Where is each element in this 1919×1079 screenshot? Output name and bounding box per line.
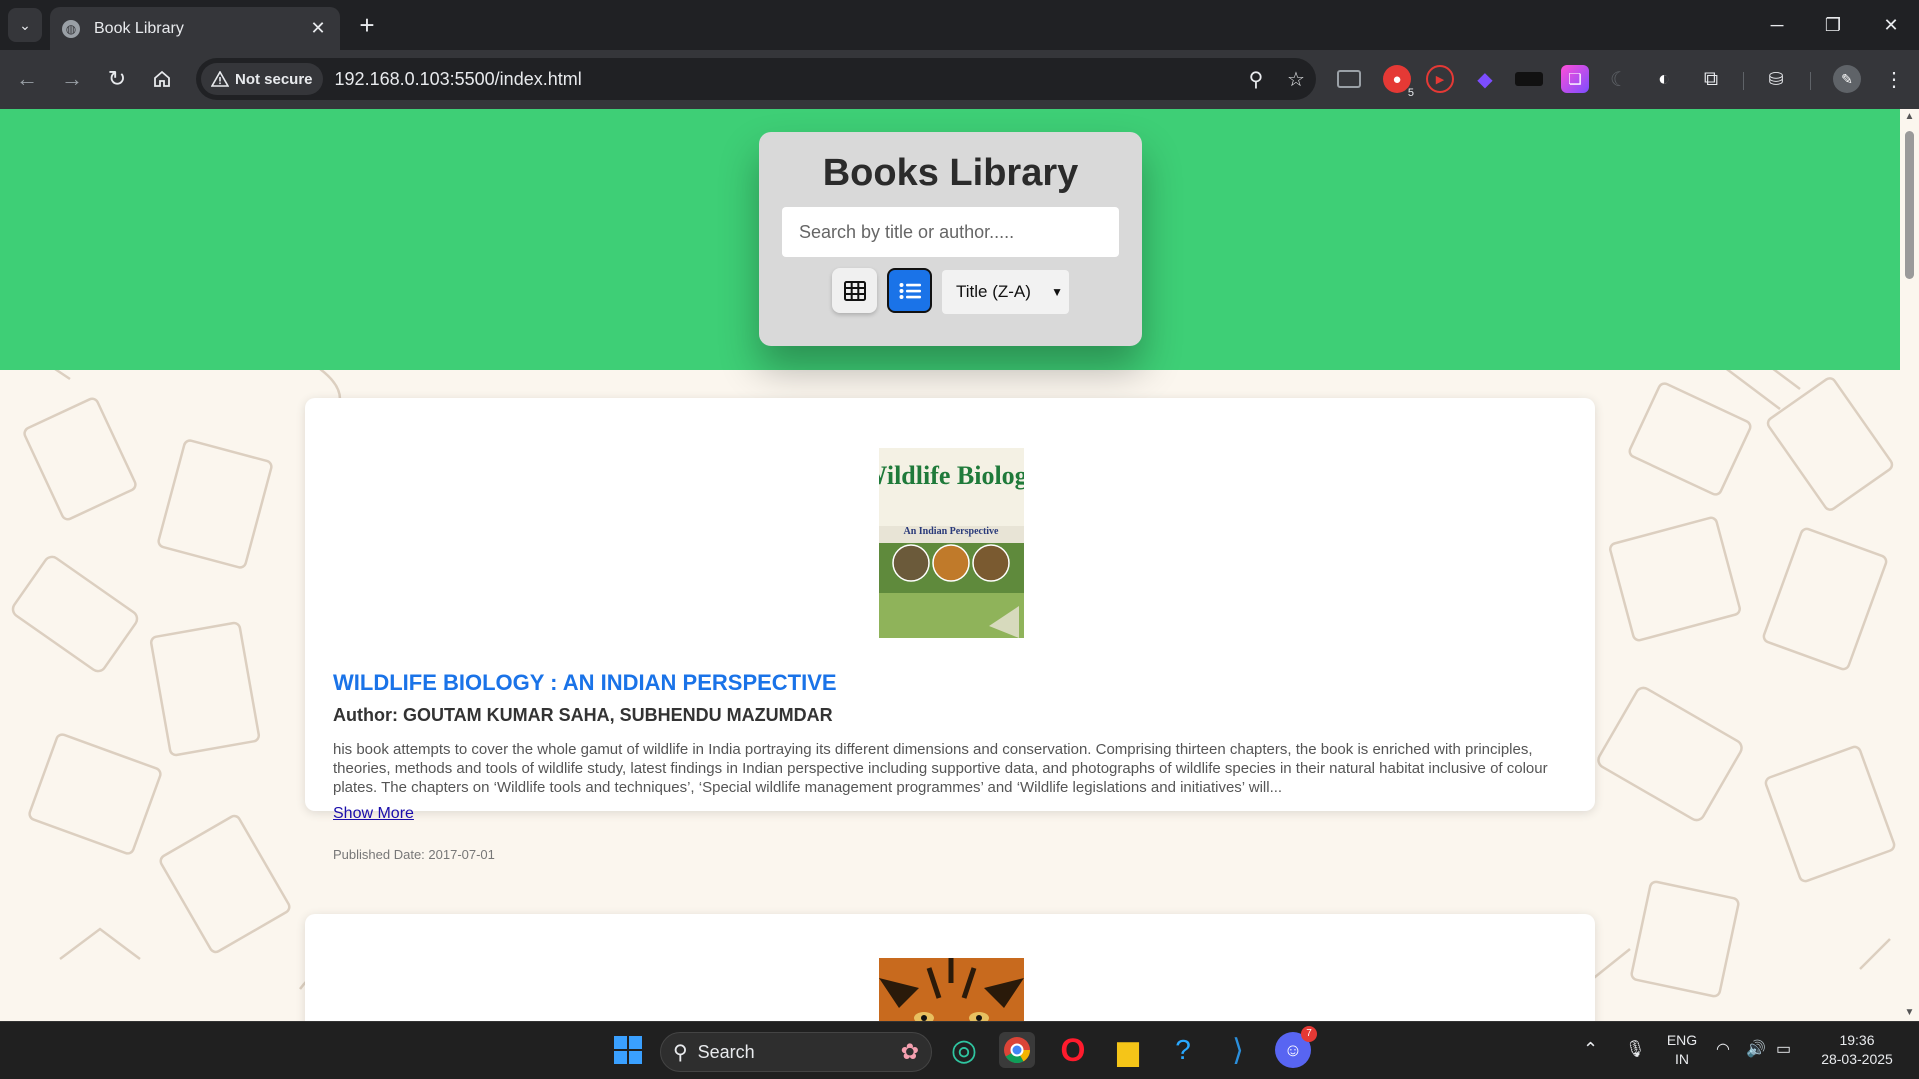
bookmark-star-icon[interactable]: ☆ xyxy=(1276,67,1316,92)
taskbar-search[interactable]: ⚲ Search ✿ xyxy=(660,1032,932,1072)
globe-icon: ◍ xyxy=(62,19,80,38)
discord-icon[interactable]: ☺ 7 xyxy=(1275,1026,1317,1068)
show-more-link[interactable]: Show More xyxy=(333,805,414,823)
arrow-right-icon: → xyxy=(61,66,83,91)
help-icon[interactable]: ? xyxy=(1165,1032,1201,1068)
extension-drop-icon[interactable]: ◆ xyxy=(1471,65,1499,93)
close-tab-icon[interactable]: ✕ xyxy=(308,18,328,39)
close-window-button[interactable]: ✕ xyxy=(1863,0,1919,50)
clock-date: 28-03-2025 xyxy=(1821,1051,1893,1067)
extension-badge: 5 xyxy=(1404,87,1417,99)
extension-adblock-icon[interactable]: ● 5 xyxy=(1383,65,1417,99)
zoom-icon[interactable]: ⚲ xyxy=(1236,67,1276,92)
page-title: Books Library xyxy=(822,152,1079,194)
reload-button[interactable]: ↻ xyxy=(100,62,134,96)
browser-toolbar: ← → ↻ Not secure 192.168.0.103:5500/inde… xyxy=(0,50,1919,109)
clock-time: 19:36 xyxy=(1839,1032,1875,1048)
arrow-left-icon: ← xyxy=(16,66,38,91)
battery-icon[interactable]: ▭ xyxy=(1776,1040,1791,1059)
chrome-icon[interactable] xyxy=(999,1032,1035,1068)
language-indicator[interactable]: ENG IN xyxy=(1662,1031,1702,1069)
book-title[interactable]: WILDLIFE BIOLOGY : AN INDIAN PERSPECTIVE xyxy=(333,670,837,696)
extension-pink-icon[interactable]: ❏ xyxy=(1561,65,1589,93)
language-line1: ENG xyxy=(1666,1032,1698,1048)
address-bar[interactable]: Not secure 192.168.0.103:5500/index.html… xyxy=(196,58,1316,100)
search-highlight-icon: ✿ xyxy=(900,1039,919,1064)
tab-title: Book Library xyxy=(94,19,184,37)
book-card: Wildlife Biology An Indian Perspective W… xyxy=(305,398,1595,862)
reload-icon: ↻ xyxy=(107,66,127,91)
page-viewport: Books Library Title (Z-A) ▼ Wild xyxy=(0,109,1919,1021)
security-label: Not secure xyxy=(235,70,313,88)
search-input[interactable] xyxy=(782,207,1119,257)
windows-start-icon[interactable] xyxy=(610,1032,646,1068)
page-scrollbar[interactable]: ▲ ▼ xyxy=(1900,109,1919,1021)
tray-overflow-icon[interactable]: ⌃ xyxy=(1583,1040,1598,1059)
discord-badge: 7 xyxy=(1301,1026,1317,1042)
back-button[interactable]: ← xyxy=(10,62,44,96)
microphone-icon[interactable]: 🎙 xyxy=(1625,1040,1645,1059)
wifi-icon[interactable]: ◠ xyxy=(1716,1040,1730,1059)
book-card xyxy=(305,914,1595,1021)
volume-icon[interactable]: 🔊 xyxy=(1746,1040,1766,1059)
book-cover[interactable]: Wildlife Biology An Indian Perspective xyxy=(861,448,1041,638)
extension-circle-icon[interactable]: ◐ xyxy=(1650,65,1678,93)
chrome-logo-icon xyxy=(1004,1037,1031,1064)
profile-avatar[interactable]: ✎ xyxy=(1833,65,1861,93)
sort-selected-value: Title (Z-A) xyxy=(956,282,1031,301)
forward-button[interactable]: → xyxy=(55,62,89,96)
scroll-up-arrow[interactable]: ▲ xyxy=(1900,109,1919,125)
toolbar-divider xyxy=(1743,72,1744,90)
extension-dark-icon[interactable] xyxy=(1515,72,1543,86)
book-description: his book attempts to cover the whole gam… xyxy=(333,741,1548,796)
file-explorer-icon[interactable]: ▆ xyxy=(1110,1032,1146,1068)
book-cover-art: Wildlife Biology An Indian Perspective xyxy=(861,448,1041,638)
published-date: Published Date: 2017-07-01 xyxy=(333,847,495,862)
vscode-icon[interactable]: ⟩ xyxy=(1220,1032,1256,1068)
new-tab-button[interactable]: + xyxy=(352,10,382,40)
extensions-puzzle-icon[interactable]: ⧉ xyxy=(1697,65,1725,93)
tab-strip: ⌄ ◍ Book Library ✕ + ─ ❐ ✕ xyxy=(0,0,1919,50)
book-author: Author: GOUTAM KUMAR SAHA, SUBHENDU MAZU… xyxy=(333,705,833,725)
picture-in-picture-icon[interactable] xyxy=(1337,70,1361,88)
home-button[interactable] xyxy=(145,62,179,96)
chevron-down-icon: ⌄ xyxy=(19,16,31,33)
clock[interactable]: 19:36 28-03-2025 xyxy=(1812,1031,1902,1069)
cover-subtitle-text: An Indian Perspective xyxy=(904,526,1000,537)
list-icon xyxy=(899,282,921,299)
cover-title-text: Wildlife Biology xyxy=(879,461,1024,490)
scroll-down-arrow[interactable]: ▼ xyxy=(1900,1005,1919,1021)
sort-select[interactable]: Title (Z-A) ▼ xyxy=(942,270,1069,314)
security-chip[interactable]: Not secure xyxy=(201,63,323,95)
grid-icon xyxy=(843,280,866,301)
search-panel: Books Library Title (Z-A) ▼ xyxy=(759,132,1142,346)
warning-icon xyxy=(211,71,229,87)
language-line2: IN xyxy=(1675,1051,1689,1067)
search-icon: ⚲ xyxy=(673,1041,688,1064)
extension-record-icon[interactable]: ▶ xyxy=(1426,65,1454,93)
book-cover[interactable] xyxy=(879,958,1024,1021)
list-view-button[interactable] xyxy=(887,268,932,313)
incognito-icon[interactable]: ⛁ xyxy=(1762,65,1790,93)
windows-logo-icon xyxy=(614,1036,642,1064)
tab-search-button[interactable]: ⌄ xyxy=(8,8,42,42)
taskbar-search-label: Search xyxy=(697,1041,755,1062)
minimize-button[interactable]: ─ xyxy=(1749,0,1805,50)
tiger-cover-art xyxy=(879,958,1024,1021)
scroll-thumb[interactable] xyxy=(1905,131,1914,279)
edge-icon[interactable]: ◎ xyxy=(946,1032,982,1068)
opera-icon[interactable]: O xyxy=(1055,1032,1091,1068)
windows-taskbar: ⚲ Search ✿ ◎ O ▆ ? ⟩ ☺ 7 ⌃ 🎙 ENG IN ◠ 🔊 … xyxy=(0,1021,1919,1079)
home-icon xyxy=(154,70,170,87)
url-text[interactable]: 192.168.0.103:5500/index.html xyxy=(335,69,1236,90)
more-menu-icon[interactable]: ⋮ xyxy=(1880,65,1908,93)
grid-view-button[interactable] xyxy=(832,268,877,313)
toolbar-divider xyxy=(1810,72,1811,90)
extension-grey-icon[interactable]: ☾ xyxy=(1605,65,1633,93)
chevron-down-icon: ▼ xyxy=(1051,285,1063,299)
tab-book-library[interactable]: ◍ Book Library ✕ xyxy=(50,7,340,50)
restore-button[interactable]: ❐ xyxy=(1805,0,1861,50)
